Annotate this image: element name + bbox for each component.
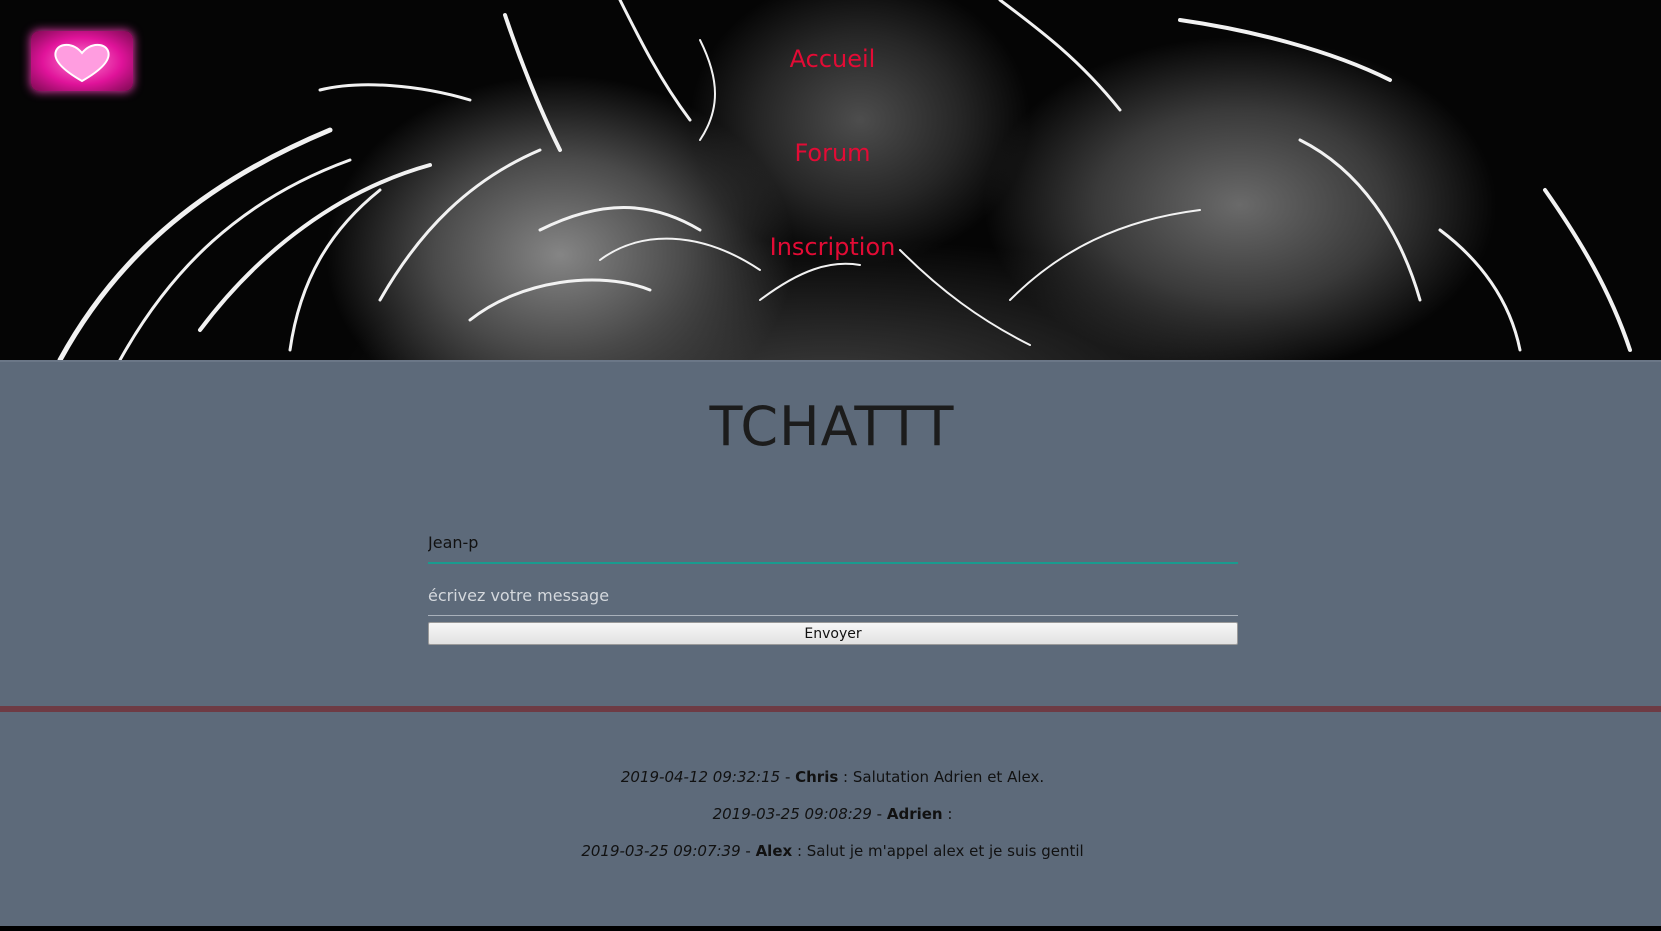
pseudo-input[interactable] [428,522,1238,564]
message-text: Salutation Adrien et Alex. [852,768,1045,786]
nav-link-forum[interactable]: Forum [0,139,1661,167]
message-author: Chris [795,768,839,786]
message-date: 2019-04-12 09:32:15 [620,768,781,786]
message-input[interactable] [428,575,1238,616]
message-date: 2019-03-25 09:08:29 [712,805,872,823]
message-item: 2019-03-25 09:07:39 - Alex : Salut je m'… [0,842,1661,860]
message-colon: : [838,768,853,786]
message-colon: : [792,842,807,860]
message-item: 2019-03-25 09:08:29 - Adrien : [0,805,1661,823]
page: Accueil Forum Inscription TCHATTT Envoye… [0,0,1661,931]
message-separator: - [871,805,887,823]
message-colon: : [942,805,953,823]
header-banner: Accueil Forum Inscription [0,0,1661,360]
message-author: Adrien [886,805,943,823]
message-date: 2019-03-25 09:07:39 [581,842,741,860]
page-title: TCHATTT [709,395,955,458]
nav-link-inscription[interactable]: Inscription [0,233,1661,261]
send-button[interactable]: Envoyer [428,622,1238,645]
chat-form-section: TCHATTT Envoyer [0,360,1661,708]
message-separator: - [780,768,796,786]
main-nav: Accueil Forum Inscription [0,0,1661,360]
message-item: 2019-04-12 09:32:15 - Chris : Salutation… [0,768,1661,786]
bottom-bar [0,926,1661,931]
message-text: Salut je m'appel alex et je suis gentil [806,842,1084,860]
message-list: 2019-04-12 09:32:15 - Chris : Salutation… [0,712,1661,926]
message-author: Alex [755,842,793,860]
nav-link-accueil[interactable]: Accueil [0,45,1661,73]
message-separator: - [740,842,756,860]
